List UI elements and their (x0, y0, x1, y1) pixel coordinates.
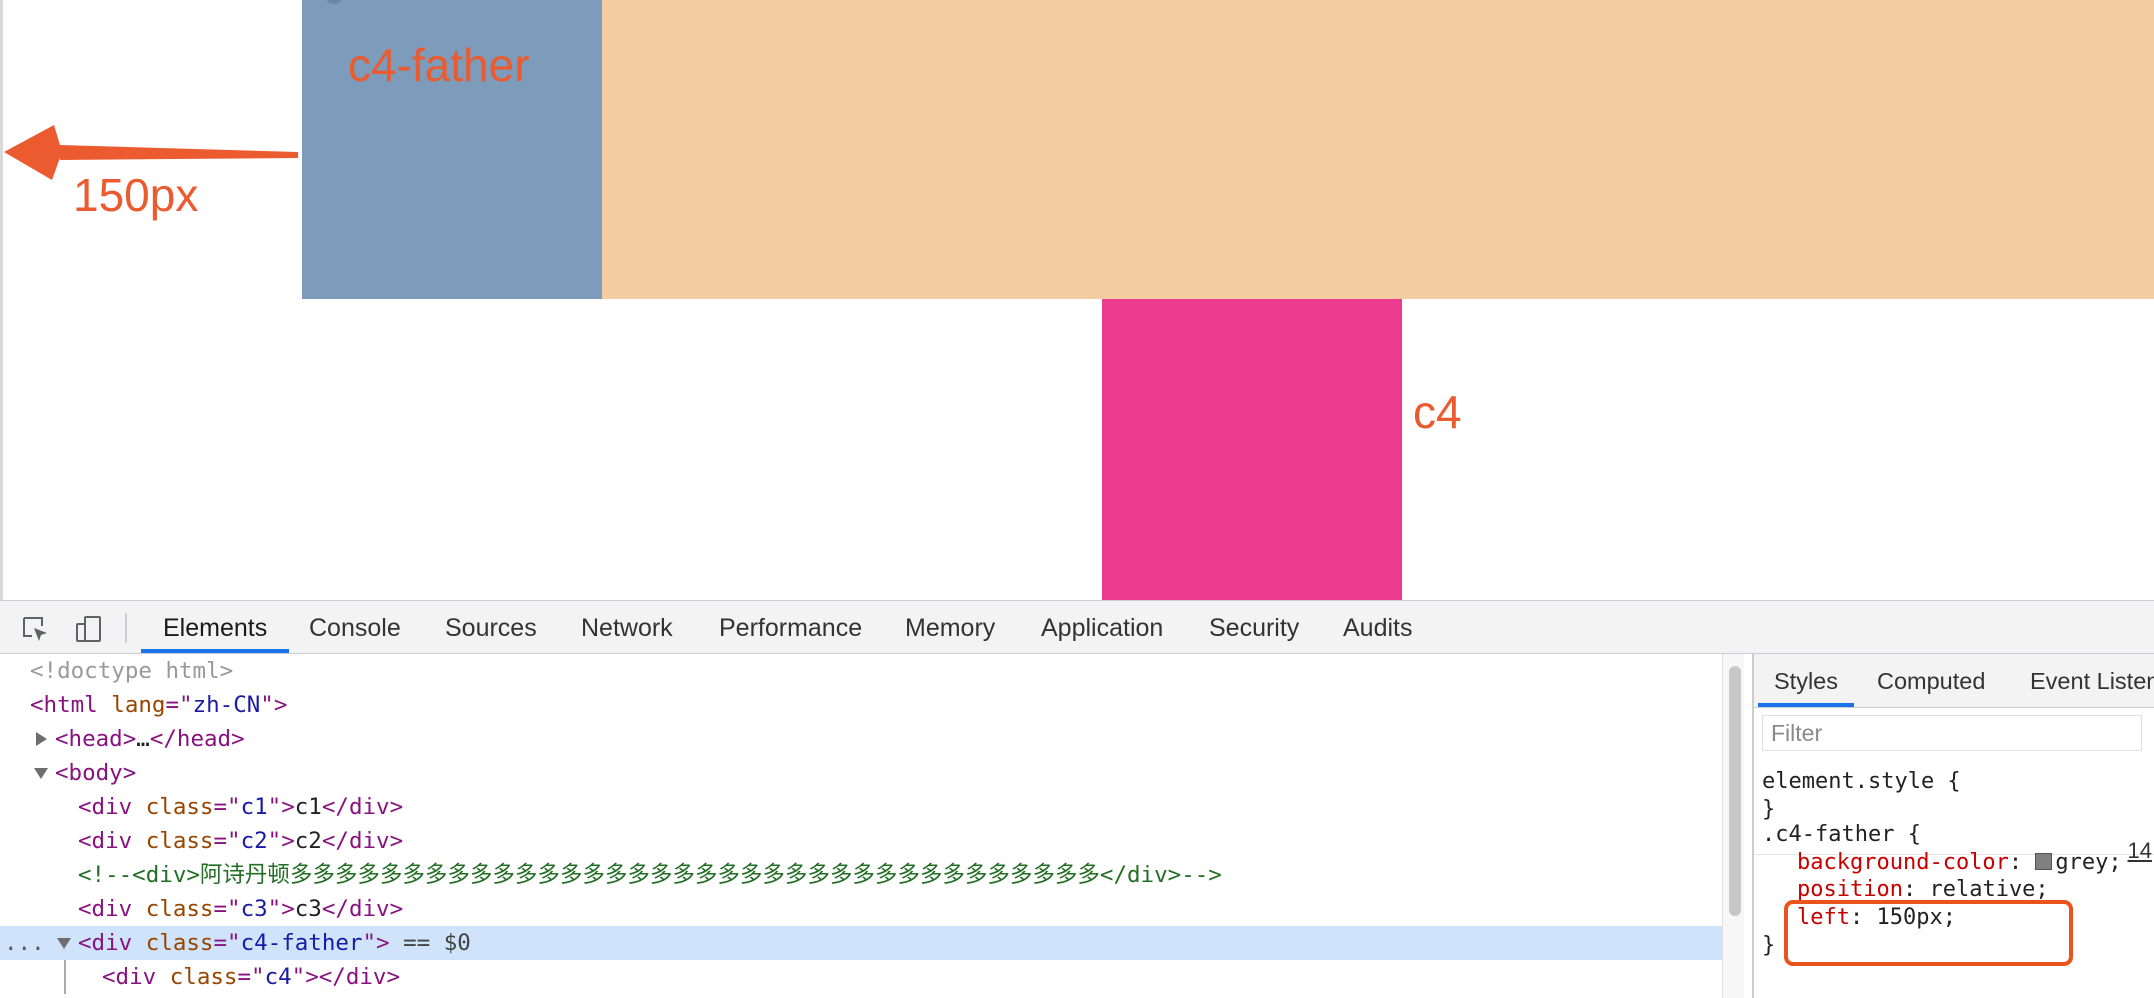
c4-box (1102, 299, 1402, 600)
c3-text: c3 (294, 896, 322, 922)
decl-value: relative; (1929, 877, 2049, 902)
tab-memory[interactable]: Memory (905, 601, 995, 653)
tab-console[interactable]: Console (309, 601, 401, 653)
c2-text: c2 (294, 828, 322, 854)
doctype-text: <!doctype html> (30, 658, 234, 684)
node-actions-ellipsis[interactable]: ... (4, 926, 45, 960)
rule-source-link[interactable]: 14 (2128, 838, 2152, 864)
class-attr: class (145, 896, 214, 922)
decl-prop: position (1797, 877, 1903, 902)
element-style-selector[interactable]: element.style { (1762, 768, 1961, 796)
head-close-tag: head (176, 726, 232, 752)
expand-triangle-icon[interactable] (36, 732, 47, 746)
viewport-left-edge (0, 0, 3, 600)
tab-performance[interactable]: Performance (719, 601, 862, 653)
decl-prop: background-color (1797, 850, 2009, 875)
c1-class-value: c1 (240, 794, 268, 820)
c2-class-value: c2 (240, 828, 268, 854)
c4-father-class-value: c4-father (240, 930, 363, 956)
dom-node-c1[interactable]: <div class="c1">c1</div> (0, 790, 1722, 824)
nesting-guide (64, 960, 66, 994)
c4-class-value: c4 (264, 964, 292, 990)
toolbar-divider (125, 613, 127, 643)
tab-event-listeners[interactable]: Event Listeners (2030, 654, 2154, 706)
tab-sources[interactable]: Sources (445, 601, 537, 653)
dom-node-body[interactable]: <body> (0, 756, 1722, 790)
styles-tabbar: Styles Computed Event Listeners (1754, 654, 2154, 708)
dom-node-doctype[interactable]: <!doctype html> (0, 654, 1722, 688)
color-swatch[interactable] (2035, 853, 2053, 870)
html-comment: <!--<div>阿诗丹顿多多多多多多多多多多多多多多多多多多多多多多多多多多多… (78, 862, 1222, 888)
dom-node-head[interactable]: <head>…</head> (0, 722, 1722, 756)
tab-computed[interactable]: Computed (1877, 654, 1985, 706)
dom-scrollbar-thumb[interactable] (1729, 666, 1741, 916)
div-close-tag: div (348, 896, 390, 922)
tab-security[interactable]: Security (1209, 601, 1299, 653)
body-tag: body (68, 760, 123, 786)
div-close-tag: div (348, 794, 390, 820)
class-attr: class (169, 964, 238, 990)
decl-value: grey; (2055, 850, 2122, 875)
page-viewport: c4-father 150px c4 (0, 0, 2154, 600)
div-tag: div (91, 828, 133, 854)
annotation-c4-label: c4 (1413, 386, 1462, 438)
dom-node-c4-father[interactable]: ... <div class="c4-father"> == $0 (0, 926, 1722, 960)
device-toggle-icon[interactable] (74, 614, 104, 644)
element-style-close: } (1762, 797, 1776, 822)
annotation-highlight-box (1784, 900, 2073, 966)
dom-node-c2[interactable]: <div class="c2">c2</div> (0, 824, 1722, 858)
div-tag: div (91, 896, 133, 922)
tab-elements[interactable]: Elements (140, 601, 290, 653)
class-attr: class (145, 930, 214, 956)
collapse-triangle-icon[interactable] (57, 938, 71, 949)
div-tag: div (115, 964, 157, 990)
annotation-c4-father-label: c4-father (348, 39, 530, 91)
div-tag: div (91, 930, 133, 956)
collapse-triangle-icon[interactable] (34, 768, 48, 779)
left-arrow-annotation-icon (4, 125, 298, 180)
html-tag: html (43, 692, 98, 718)
tab-audits[interactable]: Audits (1343, 601, 1412, 653)
rule-close: } (1762, 933, 1776, 958)
html-attr-name: lang (111, 692, 166, 718)
html-attr-value: zh-CN (192, 692, 261, 718)
declaration-background-color[interactable]: background-color: grey; (1797, 849, 2122, 877)
tab-styles[interactable]: Styles (1758, 654, 1854, 707)
div-close-tag: div (348, 828, 390, 854)
dom-node-html[interactable]: <html lang="zh-CN"> (0, 688, 1722, 722)
devtools-toolbar: Elements Console Sources Network Perform… (0, 600, 2154, 654)
sibling-tan-box (602, 0, 2154, 299)
dom-node-c3[interactable]: <div class="c3">c3</div> (0, 892, 1722, 926)
dom-tree: <!doctype html> <html lang="zh-CN"> <hea… (0, 654, 1722, 998)
div-close-tag: div (345, 964, 387, 990)
div-tag: div (91, 794, 133, 820)
class-attr: class (145, 794, 214, 820)
tab-network[interactable]: Network (581, 601, 673, 653)
selected-node-marker: == $0 (389, 930, 471, 956)
class-attr: class (145, 828, 214, 854)
styles-filter-input[interactable] (1762, 715, 2142, 751)
inspect-element-icon[interactable] (20, 614, 50, 644)
head-tag: head (68, 726, 123, 752)
c1-text: c1 (294, 794, 322, 820)
c3-class-value: c3 (240, 896, 268, 922)
rule-selector[interactable]: .c4-father { (1762, 821, 1921, 849)
dom-node-comment[interactable]: <!--<div>阿诗丹顿多多多多多多多多多多多多多多多多多多多多多多多多多多多… (0, 858, 1722, 892)
head-collapsed-ellipsis: … (136, 726, 150, 752)
dom-node-c4[interactable]: <div class="c4"></div> (0, 960, 1722, 994)
tab-application[interactable]: Application (1041, 601, 1163, 653)
